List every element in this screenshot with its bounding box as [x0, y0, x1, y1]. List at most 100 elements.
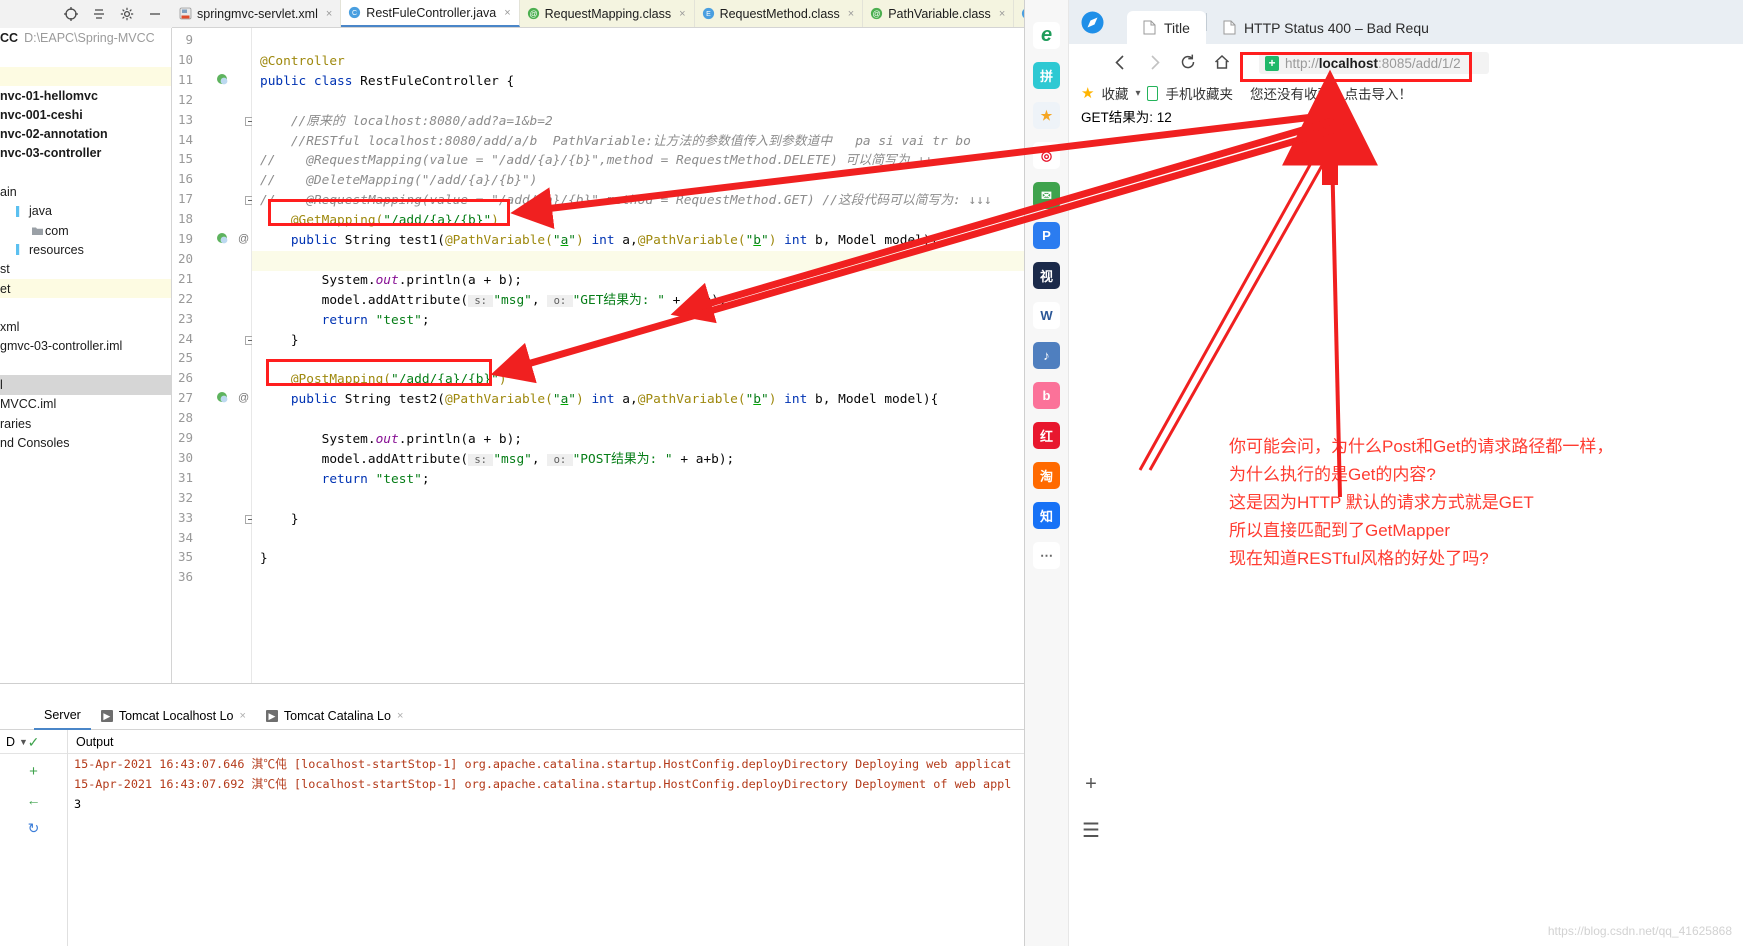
xiaohongshu-icon[interactable]: 红 — [1033, 422, 1060, 449]
project-tree-item-3[interactable]: nvc-01-hellomvc — [0, 86, 171, 105]
close-icon[interactable]: × — [848, 8, 854, 20]
code-line-10[interactable]: @Controller — [260, 52, 345, 72]
run-refresh-icon[interactable]: ↻ — [28, 820, 40, 837]
phone-bookmarks-label[interactable]: 手机收藏夹 — [1165, 83, 1233, 103]
chevron-down-icon[interactable]: ▾ — [1135, 88, 1140, 99]
editor-tab-3[interactable]: E RequestMethod.class × — [694, 0, 864, 27]
mail-icon[interactable]: ✉ — [1033, 182, 1060, 209]
project-tree-item-8[interactable]: ain — [0, 182, 171, 201]
close-icon[interactable]: × — [679, 8, 685, 20]
project-tree-item-13[interactable]: et — [0, 278, 171, 299]
code-line-29[interactable]: System.out.println(a + b); — [260, 430, 522, 450]
code-line-14[interactable]: //RESTful localhost:8080/add/a/b PathVar… — [260, 132, 971, 152]
code-line-17[interactable]: // @RequestMapping(value = "/add/{a}/{b}… — [260, 191, 992, 211]
browser-tab-0[interactable]: Title — [1127, 11, 1206, 44]
locate-icon[interactable] — [64, 7, 78, 21]
run-add-icon[interactable]: + — [29, 763, 38, 780]
editor-tab-0[interactable]: springmvc-servlet.xml × — [172, 0, 342, 27]
edge-logo-icon[interactable]: e — [1033, 22, 1060, 49]
project-tree-item-19[interactable]: MVCC.iml — [0, 395, 171, 414]
code-line-13[interactable]: //原来的 localhost:8080/add?a=1&b=2 — [260, 112, 553, 132]
settings-dots-icon[interactable]: ⋯ — [1033, 542, 1060, 569]
run-tab-2[interactable]: ▶ Tomcat Catalina Lo × — [256, 702, 413, 730]
editor-tab-1[interactable]: C RestFuleController.java × — [341, 0, 520, 27]
taobao-icon[interactable]: 淘 — [1033, 462, 1060, 489]
add-tab-icon[interactable]: + — [1077, 770, 1105, 798]
project-tree-item-16[interactable]: gmvc-03-controller.iml — [0, 337, 171, 356]
project-tree-item-5[interactable]: nvc-02-annotation — [0, 124, 171, 143]
code-line-16[interactable]: // @DeleteMapping("/add/{a}/{b}") — [260, 171, 537, 191]
project-tree[interactable]: CC D:\EAPC\Spring-MVCC nvc-01-hellomvc nvc-… — [0, 28, 172, 683]
home-button[interactable] — [1205, 45, 1239, 79]
minimize-icon[interactable] — [148, 7, 162, 21]
code-line-21[interactable]: System.out.println(a + b); — [260, 271, 522, 291]
code-line-34[interactable] — [260, 530, 268, 550]
code-editor[interactable]: @Controller public class RestFuleControll… — [252, 28, 1024, 683]
project-tree-item-14[interactable] — [0, 298, 171, 317]
close-icon[interactable]: × — [326, 8, 332, 20]
favorites-label[interactable]: 收藏 — [1101, 83, 1128, 103]
code-line-20[interactable] — [260, 251, 268, 271]
console-output[interactable]: 15-Apr-2021 16:43:07.646 淇℃伅 [localhost-… — [68, 754, 1024, 924]
close-icon[interactable]: × — [999, 8, 1005, 20]
project-tree-item-0[interactable]: CC D:\EAPC\Spring-MVCC — [0, 28, 171, 47]
baidu-pan-icon[interactable]: P — [1033, 222, 1060, 249]
project-tree-item-17[interactable] — [0, 356, 171, 375]
collapse-all-icon[interactable] — [92, 7, 106, 21]
reload-button[interactable] — [1171, 45, 1205, 79]
code-line-27[interactable]: public String test2(@PathVariable("a") i… — [260, 390, 938, 410]
cloud-music-icon[interactable]: ♪ — [1033, 342, 1060, 369]
code-line-33[interactable]: } — [260, 510, 299, 530]
pinduoduo-icon[interactable]: 拼 — [1033, 62, 1060, 89]
browser-tab-1[interactable]: HTTP Status 400 – Bad Requ — [1207, 11, 1445, 44]
code-line-32[interactable] — [260, 490, 268, 510]
project-tree-item-7[interactable] — [0, 163, 171, 182]
project-tree-item-4[interactable]: nvc-001-ceshi — [0, 105, 171, 124]
code-line-28[interactable] — [260, 410, 268, 430]
editor-tab-4[interactable]: @ PathVariable.class × — [863, 0, 1015, 27]
code-line-19[interactable]: public String test1(@PathVariable("a") i… — [260, 231, 938, 251]
code-line-22[interactable]: model.addAttribute( s: "msg", o: "GET结果为… — [260, 291, 727, 311]
method-gutter-icon[interactable] — [216, 232, 228, 247]
close-icon[interactable]: × — [397, 710, 403, 722]
code-line-12[interactable] — [260, 92, 268, 112]
run-tab-1[interactable]: ▶ Tomcat Localhost Lo × — [91, 702, 256, 730]
project-tree-item-2[interactable] — [0, 66, 171, 86]
video-site-icon[interactable]: 视 — [1033, 262, 1060, 289]
favorites-star-icon[interactable]: ★ — [1081, 84, 1094, 102]
close-icon[interactable]: × — [504, 7, 510, 19]
address-bar[interactable]: + http://localhost:8085/add/1/2 — [1259, 52, 1489, 74]
project-tree-item-6[interactable]: nvc-03-controller — [0, 144, 171, 163]
favorites-star-icon[interactable]: ★ — [1033, 102, 1060, 129]
method-gutter-icon[interactable] — [216, 391, 228, 406]
back-button[interactable] — [1103, 45, 1137, 79]
project-tree-item-11[interactable]: resources — [0, 240, 171, 259]
code-line-25[interactable] — [260, 350, 268, 370]
run-left-arrow-icon[interactable]: ← — [27, 792, 41, 808]
code-line-30[interactable]: model.addAttribute( s: "msg", o: "POST结果… — [260, 450, 735, 470]
project-tree-item-18[interactable]: l — [0, 375, 171, 395]
project-tree-item-15[interactable]: xml — [0, 317, 171, 336]
forward-button[interactable] — [1137, 45, 1171, 79]
code-line-9[interactable] — [260, 32, 268, 52]
project-tree-item-9[interactable]: java — [0, 202, 171, 221]
project-tree-item-10[interactable]: com — [0, 221, 171, 240]
code-line-15[interactable]: // @RequestMapping(value = "/add/{a}/{b}… — [260, 151, 933, 171]
code-line-24[interactable]: } — [260, 331, 299, 351]
project-tree-item-20[interactable]: raries — [0, 414, 171, 433]
code-line-26[interactable]: @PostMapping("/add/{a}/{b}") — [260, 370, 507, 390]
code-line-31[interactable]: return "test"; — [260, 470, 430, 490]
project-tree-item-21[interactable]: nd Consoles — [0, 433, 171, 452]
code-line-11[interactable]: public class RestFuleController { — [260, 72, 514, 92]
close-icon[interactable]: × — [239, 710, 245, 722]
code-line-23[interactable]: return "test"; — [260, 311, 430, 331]
code-line-36[interactable] — [260, 569, 268, 589]
run-tab-0[interactable]: Server — [34, 702, 91, 730]
settings-gear-icon[interactable] — [120, 7, 134, 21]
editor-tab-2[interactable]: @ RequestMapping.class × — [519, 0, 695, 27]
word-icon[interactable]: W — [1033, 302, 1060, 329]
class-gutter-icon[interactable] — [216, 73, 228, 88]
code-line-35[interactable]: } — [260, 549, 268, 569]
project-tree-item-12[interactable]: st — [0, 260, 171, 279]
list-menu-icon[interactable]: ☰ — [1077, 816, 1105, 844]
